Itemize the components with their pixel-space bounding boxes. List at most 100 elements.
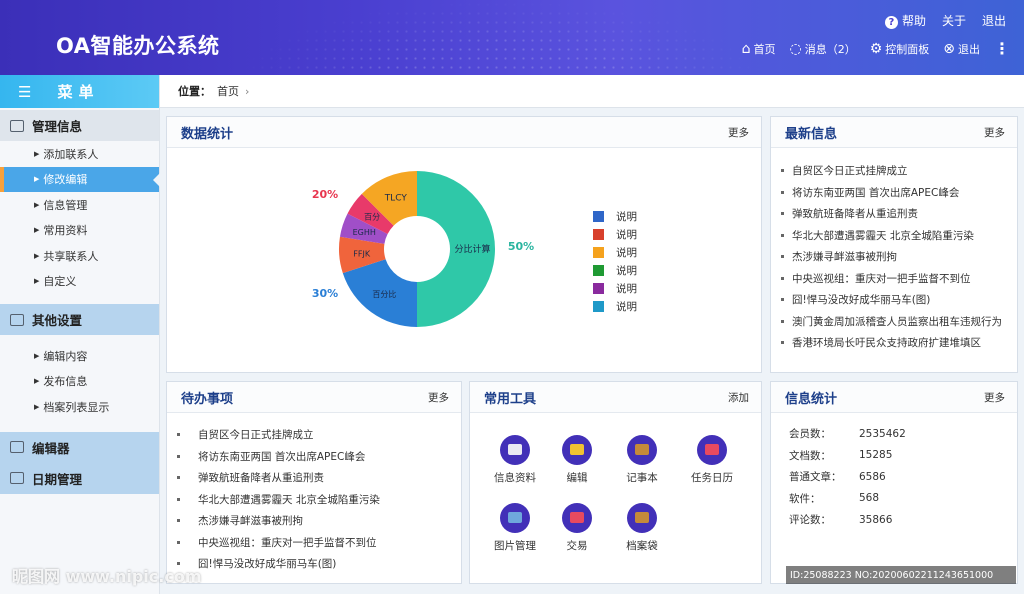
list-item[interactable]: 将访东南亚两国 首次出席APEC峰会 — [781, 182, 1017, 204]
bullet-icon — [781, 255, 784, 259]
nav-control-panel[interactable]: ⚙ 控制面板 — [870, 41, 930, 57]
nav-exit-label: 退出 — [958, 43, 980, 56]
hamburger-icon[interactable]: ☰ — [18, 83, 31, 101]
about-link[interactable]: 关于 — [942, 12, 966, 29]
tool-envelope[interactable]: 档案袋 — [607, 503, 677, 553]
tool-label: 图片管理 — [494, 540, 536, 552]
news-more-link[interactable]: 更多 — [984, 125, 1005, 140]
bullet-icon — [781, 212, 784, 216]
sidebar-item-shared-contacts[interactable]: ▶ 共享联系人 — [0, 243, 159, 269]
bullet-icon — [781, 190, 784, 194]
sidebar-item-publish[interactable]: ▶ 发布信息 — [0, 369, 159, 395]
list-item[interactable]: 杰涉嫌寻衅滋事被刑拘 — [781, 246, 1017, 268]
tool-document[interactable]: 信息资料 — [480, 435, 550, 485]
sidebar-item-label: 修改编辑 — [43, 173, 88, 187]
tool-calendar[interactable]: 任务日历 — [677, 435, 747, 485]
tool-notebook[interactable]: 记事本 — [607, 435, 677, 485]
list-item-text: 将访东南亚两国 首次出席APEC峰会 — [792, 186, 960, 199]
menu-header[interactable]: ☰ 菜单 — [0, 75, 159, 108]
help-label: 帮助 — [901, 14, 926, 28]
sidebar-item-add-contact[interactable]: ▶ 添加联系人 — [0, 141, 159, 167]
slice-label: TLCY — [384, 194, 408, 204]
tool-image[interactable]: 图片管理 — [480, 503, 550, 553]
list-item[interactable]: 弹致航班备降者从重追刑责 — [177, 467, 461, 489]
percent-label: 20% — [312, 188, 338, 201]
todo-more-link[interactable]: 更多 — [428, 390, 449, 405]
gear-icon: ⚙ — [869, 41, 883, 57]
tool-shop[interactable]: 交易 — [542, 503, 612, 553]
list-item[interactable]: 自贸区今日正式挂牌成立 — [177, 424, 461, 446]
list-item[interactable]: 中央巡视组：重庆对一把手监督不到位 — [177, 532, 461, 554]
list-item[interactable]: 弹致航班备降者从重追刑责 — [781, 203, 1017, 225]
menu-title: 菜单 — [57, 83, 100, 101]
info-more-link[interactable]: 更多 — [984, 390, 1005, 405]
news-list: 自贸区今日正式挂牌成立将访东南亚两国 首次出席APEC峰会弹致航班备降者从重追刑… — [771, 148, 1017, 354]
todo-list: 自贸区今日正式挂牌成立 将访东南亚两国 首次出席APEC峰会 弹致航班备降者从重追刑… — [167, 413, 461, 575]
stat-row: 普通文章： 6586 — [789, 466, 1017, 488]
slice-label: 百分 — [364, 212, 380, 221]
info-stats-list: 会员数： 2535462 文档数： 15285 普通文章： 6586 软件： 568 评论数： 3… — [771, 413, 1017, 531]
sidebar-item-custom[interactable]: ▶ 自定义 — [0, 269, 159, 295]
sidebar-item-archive-list[interactable]: ▶ 档案列表显示 — [0, 394, 159, 420]
list-item[interactable]: 将访东南亚两国 首次出席APEC峰会 — [177, 446, 461, 468]
caret-right-icon: ▶ — [34, 277, 40, 286]
sidebar-item-edit-content[interactable]: ▶ 编辑内容 — [0, 343, 159, 369]
stat-key: 文档数： — [789, 449, 831, 462]
legend-item: 说明 — [593, 261, 637, 279]
image-id-bar: ID:25088223 NO:20200602211243651000 — [786, 566, 1016, 584]
list-item[interactable]: 澳门黄金周加派稽查人员监察出租车违规行为 — [781, 311, 1017, 333]
stat-value: 568 — [859, 492, 880, 505]
list-item-text: 华北大部遭遇雾霾天 北京全城陷重污染 — [198, 493, 380, 506]
section-label: 日期管理 — [32, 471, 83, 487]
sidebar-item-info-manage[interactable]: ▶ 信息管理 — [0, 192, 159, 218]
stats-title: 数据统计 — [181, 126, 234, 142]
caret-right-icon: ▶ — [34, 226, 40, 235]
sidebar-section-date[interactable]: 日期管理 — [0, 462, 159, 494]
list-item[interactable]: 囧!悍马没改好成华丽马车(图) — [177, 553, 461, 575]
sidebar-item-edit[interactable]: ▶ 修改编辑 — [0, 166, 160, 192]
list-item-text: 杰涉嫌寻衅滋事被刑拘 — [792, 251, 897, 264]
list-item[interactable]: 中央巡视组：重庆对一把手监督不到位 — [781, 268, 1017, 290]
list-item-text: 澳门黄金周加派稽查人员监察出租车违规行为 — [792, 315, 1002, 328]
stat-row: 软件： 568 — [789, 488, 1017, 510]
tools-add-link[interactable]: 添加 — [728, 390, 749, 405]
news-title: 最新信息 — [785, 126, 838, 142]
logout-link[interactable]: 退出 — [982, 12, 1006, 29]
donut-chart: 分比计算百分比 FFJK EGHH 百分 TLCY 50% 20% 30% — [312, 171, 534, 327]
breadcrumb-label: 位置： — [178, 85, 211, 98]
list-item[interactable]: 华北大部遭遇雾霾天 北京全城陷重污染 — [781, 225, 1017, 247]
sidebar-item-common-data[interactable]: ▶ 常用资料 — [0, 218, 159, 244]
list-item[interactable]: 杰涉嫌寻衅滋事被刑拘 — [177, 510, 461, 532]
top-nav: ⌂ 首页 ◌ 消息（2） ⚙ 控制面板 ⊗ 退出 ⋮ — [742, 41, 1010, 57]
legend-label: 说明 — [616, 228, 637, 241]
sidebar-section-other[interactable]: 其他设置 — [0, 304, 159, 335]
nav-messages[interactable]: ◌ 消息（2） — [789, 41, 855, 57]
news-panel: 最新信息 更多 自贸区今日正式挂牌成立将访东南亚两国 首次出席APEC峰会弹致航… — [770, 116, 1018, 373]
envelope-icon — [627, 503, 657, 533]
breadcrumb-home[interactable]: 首页 — [217, 83, 239, 99]
tool-icon-glyph — [570, 512, 584, 523]
sidebar-section-editor[interactable]: 编辑器 — [0, 431, 159, 463]
list-item-text: 中央巡视组：重庆对一把手监督不到位 — [198, 536, 377, 549]
list-item[interactable]: 香港环境局长吁民众支持政府扩建堆填区 — [781, 332, 1017, 354]
nav-home[interactable]: ⌂ 首页 — [742, 41, 776, 57]
tool-icon-glyph — [635, 512, 649, 523]
chevron-right-icon: › — [245, 84, 250, 98]
sidebar-item-label: 编辑内容 — [43, 349, 88, 363]
tools-panel: 常用工具 添加 信息资料 编辑 记事本 任务日历图片管理 交易 档案袋 — [469, 381, 762, 584]
list-item[interactable]: 华北大部遭遇雾霾天 北京全城陷重污染 — [177, 489, 461, 511]
tools-panel-header: 常用工具 添加 — [470, 382, 761, 413]
sidebar-section-manage[interactable]: 管理信息 — [0, 110, 159, 141]
list-item[interactable]: 自贸区今日正式挂牌成立 — [781, 160, 1017, 182]
more-menu-icon[interactable]: ⋮ — [994, 41, 1010, 57]
help-link[interactable]: ? 帮助 — [884, 12, 926, 29]
slice-label: FFJK — [353, 249, 371, 258]
stats-more-link[interactable]: 更多 — [728, 125, 749, 140]
legend-label: 说明 — [616, 210, 637, 223]
pencil-icon — [562, 435, 592, 465]
legend-swatch — [593, 246, 604, 258]
tool-pencil[interactable]: 编辑 — [542, 435, 612, 485]
caret-right-icon: ▶ — [34, 251, 40, 260]
nav-exit[interactable]: ⊗ 退出 — [943, 41, 980, 57]
list-item[interactable]: 囧!悍马没改好成华丽马车(图) — [781, 289, 1017, 311]
